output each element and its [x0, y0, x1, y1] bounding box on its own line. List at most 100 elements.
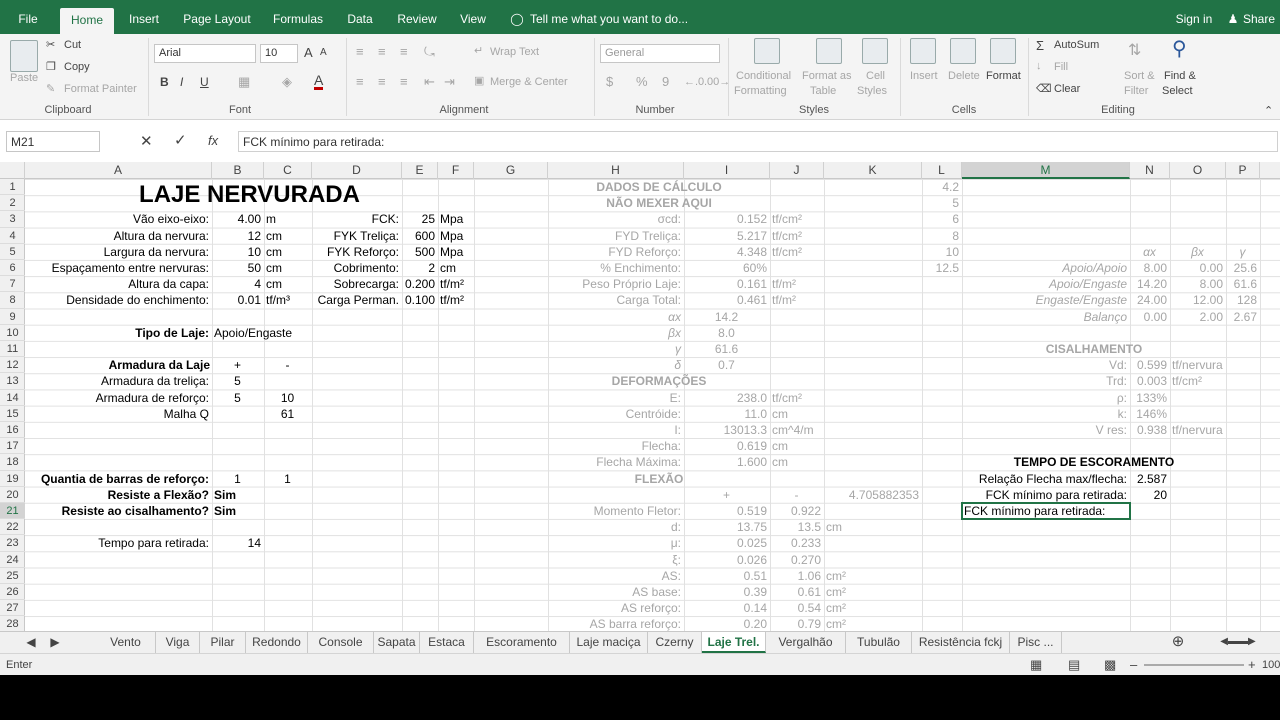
currency-button[interactable]: $	[606, 74, 613, 89]
cell-h28[interactable]: AS barra reforço:	[550, 616, 681, 631]
cell-i22[interactable]: 13.75	[686, 519, 767, 535]
column-header[interactable]: B	[212, 162, 264, 179]
cell-f6[interactable]: cm	[440, 260, 471, 276]
row-header[interactable]: 8	[0, 292, 25, 309]
row-header[interactable]: 18	[0, 454, 25, 471]
cell-c4[interactable]: cm	[266, 228, 309, 244]
row-header[interactable]: 24	[0, 552, 25, 568]
cell-h1[interactable]: DADOS DE CÁLCULO	[548, 179, 770, 195]
row-header[interactable]: 14	[0, 390, 25, 406]
autosum-button[interactable]: AutoSum	[1054, 39, 1099, 51]
cell-i18[interactable]: 1.600	[686, 454, 767, 470]
cell-h23[interactable]: μ:	[550, 535, 681, 551]
name-box[interactable]: M21	[6, 131, 100, 152]
next-sheet-icon[interactable]: ▶	[44, 632, 66, 653]
cell-n6[interactable]: 8.00	[1132, 260, 1167, 276]
cell-h19[interactable]: FLEXÃO	[548, 471, 770, 487]
cell-a21[interactable]: Resiste ao cisalhamento?	[27, 503, 209, 519]
sort-filter-button[interactable]: Sort &	[1124, 70, 1155, 82]
cell-h12[interactable]: δ	[550, 357, 681, 373]
cell-j25[interactable]: 1.06	[772, 568, 821, 584]
row-header[interactable]: 1	[0, 179, 25, 196]
new-sheet-icon[interactable]: ⊕	[1168, 632, 1188, 653]
cell-n7[interactable]: 14.20	[1132, 276, 1167, 292]
format-cells-button[interactable]: Format	[986, 70, 1021, 82]
paste-icon[interactable]	[10, 40, 38, 72]
sheet-tab[interactable]: Laje Trel.	[702, 632, 766, 653]
cell-j15[interactable]: cm	[772, 406, 821, 422]
delete-cells-button[interactable]: Delete	[948, 70, 980, 82]
cell-b8[interactable]: 0.01	[214, 292, 261, 308]
cell-h13[interactable]: DEFORMAÇÕES	[548, 373, 770, 389]
page-layout-view-icon[interactable]: ▤	[1068, 657, 1080, 673]
cell-b13[interactable]: 5	[214, 373, 261, 389]
comma-button[interactable]: 9	[662, 74, 669, 89]
cell-n5[interactable]: αx	[1132, 244, 1167, 260]
cell-e3[interactable]: 25	[404, 211, 435, 227]
row-header[interactable]: 20	[0, 487, 25, 503]
cell-o13[interactable]: tf/cm²	[1172, 373, 1223, 389]
cell-k28[interactable]: cm²	[826, 616, 919, 631]
align-top-icon[interactable]: ≡	[356, 44, 364, 59]
cell-n16[interactable]: 0.938	[1132, 422, 1167, 438]
cell-i5[interactable]: 4.348	[686, 244, 767, 260]
row-header[interactable]: 13	[0, 373, 25, 390]
delete-cells-icon[interactable]	[950, 38, 976, 64]
cell-m9[interactable]: Balanço	[964, 309, 1127, 325]
sheet-tab[interactable]: Viga	[156, 632, 200, 653]
page-break-view-icon[interactable]: ▩	[1104, 657, 1116, 673]
cell-j23[interactable]: 0.233	[772, 535, 821, 551]
column-header[interactable]: N	[1130, 162, 1170, 179]
cell-m21[interactable]: FCK mínimo para retirada:	[964, 503, 1127, 519]
cell-i11[interactable]: 61.6	[686, 341, 767, 357]
cell-m7[interactable]: Apoio/Engaste	[964, 276, 1127, 292]
cell-j16[interactable]: cm^4/m	[772, 422, 821, 438]
cell-l5[interactable]: 10	[924, 244, 959, 260]
cell-i3[interactable]: 0.152	[686, 211, 767, 227]
cell-k20[interactable]: 4.705882353	[826, 487, 919, 503]
bold-button[interactable]: B	[160, 75, 169, 89]
row-header[interactable]: 16	[0, 422, 25, 439]
row-header[interactable]: 23	[0, 535, 25, 552]
cell-h8[interactable]: Carga Total:	[550, 292, 681, 308]
cell-b19[interactable]: 1	[214, 471, 261, 487]
align-center-icon[interactable]: ≡	[378, 74, 386, 89]
format-painter-button[interactable]: Format Painter	[64, 83, 137, 95]
cell-b6[interactable]: 50	[214, 260, 261, 276]
select-all-corner[interactable]	[0, 162, 25, 179]
cell-p7[interactable]: 61.6	[1228, 276, 1257, 292]
cell-n19[interactable]: 2.587	[1132, 471, 1167, 487]
cell-i7[interactable]: 0.161	[686, 276, 767, 292]
cell-h11[interactable]: γ	[550, 341, 681, 357]
paste-button[interactable]: Paste	[10, 72, 38, 84]
row-header[interactable]: 10	[0, 325, 25, 341]
cell-a13[interactable]: Armadura da treliça:	[27, 373, 209, 389]
row-header[interactable]: 15	[0, 406, 25, 422]
collapse-ribbon-icon[interactable]: ⌃	[1264, 104, 1273, 117]
cell-o9[interactable]: 2.00	[1172, 309, 1223, 325]
fill-button[interactable]: Fill	[1054, 61, 1068, 73]
copy-button[interactable]: Copy	[64, 61, 90, 73]
cell-k27[interactable]: cm²	[826, 600, 919, 616]
tab-view[interactable]: View	[452, 0, 494, 34]
tab-formulas[interactable]: Formulas	[266, 0, 330, 34]
cell-h22[interactable]: d:	[550, 519, 681, 535]
cell-i23[interactable]: 0.025	[686, 535, 767, 551]
cell-i20[interactable]: +	[686, 487, 767, 503]
cell-n9[interactable]: 0.00	[1132, 309, 1167, 325]
normal-view-icon[interactable]: ▦	[1030, 657, 1042, 673]
cell-b10[interactable]: Apoio/Engaste	[214, 325, 292, 341]
find-select-button[interactable]: Find &	[1164, 70, 1196, 82]
zoom-in-icon[interactable]: +	[1248, 657, 1256, 672]
align-left-icon[interactable]: ≡	[356, 74, 364, 89]
column-header[interactable]: P	[1226, 162, 1260, 179]
cell-l1[interactable]: 4.2	[924, 179, 959, 195]
cell-a4[interactable]: Altura da nervura:	[27, 228, 209, 244]
cell-j5[interactable]: tf/cm²	[772, 244, 821, 260]
cell-e7[interactable]: 0.200	[404, 276, 435, 292]
number-format-select[interactable]: General	[600, 44, 720, 63]
cell-m18[interactable]: TEMPO DE ESCORAMENTO	[962, 454, 1226, 470]
cell-i28[interactable]: 0.20	[686, 616, 767, 631]
cell-d4[interactable]: FYK Treliça:	[314, 228, 399, 244]
cell-m14[interactable]: ρ:	[964, 390, 1127, 406]
